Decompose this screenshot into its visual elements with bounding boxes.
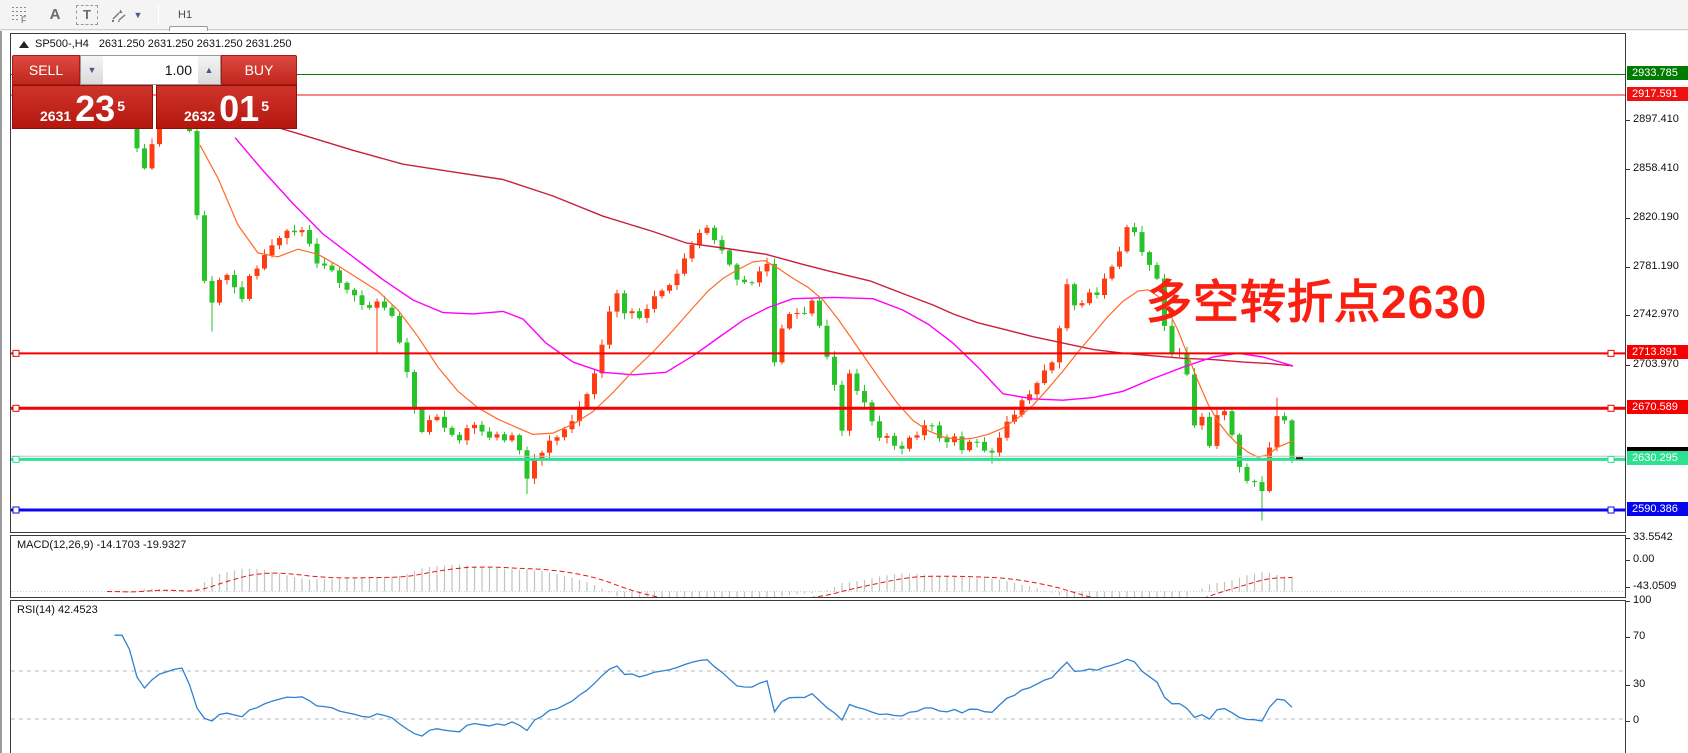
chart-header: SP500-,H4 2631.250 2631.250 2631.250 263… <box>19 38 292 50</box>
price-tick-label: 2858.410 <box>1633 162 1679 175</box>
price-line-label: 2670.589 <box>1627 400 1688 415</box>
macd-axis-label: 33.5542 <box>1633 531 1673 544</box>
price-line-label: 2590.386 <box>1627 502 1688 517</box>
price-line-label: 2933.785 <box>1627 66 1688 81</box>
price-tick-label: 2820.190 <box>1633 210 1679 223</box>
buy-price-point: 5 <box>261 98 269 114</box>
buy-price-whole: 2632 <box>184 108 216 124</box>
axis-tick <box>1626 586 1630 588</box>
dropdown-caret-icon[interactable]: ▼ <box>132 4 144 26</box>
svg-text:F: F <box>21 15 27 24</box>
buy-price-display[interactable]: 2632 01 5 <box>156 85 297 129</box>
price-axis[interactable]: 2897.410 2858.410 2820.190 2781.190 2742.970… <box>1626 33 1688 753</box>
toolbar-separator <box>158 3 159 26</box>
symbol-arrow-icon <box>19 40 29 48</box>
one-click-trade-panel: SELL ▼ ▲ BUY 2631 23 5 2632 01 5 <box>12 55 297 129</box>
sell-price-pips: 23 <box>75 88 116 129</box>
macd-pane[interactable]: MACD(12,26,9) -14.1703 -19.9327 <box>10 535 1626 598</box>
volume-increase-button[interactable]: ▲ <box>198 56 220 84</box>
text-label-icon[interactable]: A <box>42 4 68 26</box>
chart-annotation-text: 多空转折点2630 <box>1146 276 1488 328</box>
sell-price-point: 5 <box>117 98 125 114</box>
axis-tick <box>1626 685 1630 686</box>
axis-tick <box>1626 538 1630 540</box>
rsi-axis-label: 100 <box>1633 594 1652 606</box>
axis-tick <box>1626 267 1630 268</box>
axis-tick <box>1626 169 1630 171</box>
timeframe-button-m30[interactable]: M30 <box>169 0 208 4</box>
sell-button[interactable]: SELL <box>12 55 80 85</box>
price-line-label: 2630.295 <box>1627 451 1688 466</box>
chart-window: SP500-,H4 2631.250 2631.250 2631.250 263… <box>0 31 1688 753</box>
sell-price-whole: 2631 <box>40 108 72 124</box>
buy-price-pips: 01 <box>219 88 260 129</box>
macd-label: MACD(12,26,9) -14.1703 -19.9327 <box>17 539 187 551</box>
price-tick-label: 2897.410 <box>1633 112 1679 125</box>
axis-tick <box>1626 119 1630 121</box>
draw-objects-icon[interactable] <box>106 4 132 26</box>
macd-axis-label: -43.0509 <box>1633 579 1677 592</box>
price-line-label: 2917.591 <box>1627 87 1688 101</box>
sell-price-display[interactable]: 2631 23 5 <box>12 85 153 129</box>
rsi-pane[interactable]: RSI(14) 42.4523 <box>10 600 1626 753</box>
axis-tick <box>1626 364 1630 366</box>
rsi-chart <box>11 634 1625 737</box>
rsi-label: RSI(14) 42.4523 <box>17 604 98 616</box>
price-tick-label: 2781.190 <box>1633 260 1679 272</box>
volume-input[interactable] <box>103 56 198 84</box>
macd-chart <box>11 564 1625 597</box>
text-box-icon[interactable]: T <box>76 4 98 25</box>
axis-tick <box>1626 315 1630 317</box>
price-tick-label: 2742.970 <box>1633 308 1679 321</box>
price-tick-label: 2703.970 <box>1633 357 1679 370</box>
rsi-axis-label: 70 <box>1633 630 1646 642</box>
price-line-label: 2713.891 <box>1627 345 1688 360</box>
axis-tick <box>1626 559 1630 561</box>
axis-tick <box>1626 217 1630 219</box>
indicator-grid-icon[interactable]: F <box>8 4 34 26</box>
rsi-axis-label: 30 <box>1633 678 1646 690</box>
buy-button[interactable]: BUY <box>221 55 297 85</box>
axis-tick <box>1626 637 1630 638</box>
axis-tick <box>1626 601 1630 602</box>
timeframe-button-h1[interactable]: H1 <box>169 4 208 26</box>
rsi-axis-label: 0 <box>1633 714 1640 726</box>
toolbar: F A T ▼ M1M5M15M30H1H4D1W1MN <box>0 0 1688 109</box>
chart-ohlc: 2631.250 2631.250 2631.250 2631.250 <box>98 38 292 50</box>
macd-axis-label: 0.00 <box>1633 552 1655 565</box>
axis-tick <box>1626 721 1630 722</box>
volume-decrease-button[interactable]: ▼ <box>81 56 103 84</box>
chart-symbol: SP500-,H4 <box>35 38 89 50</box>
